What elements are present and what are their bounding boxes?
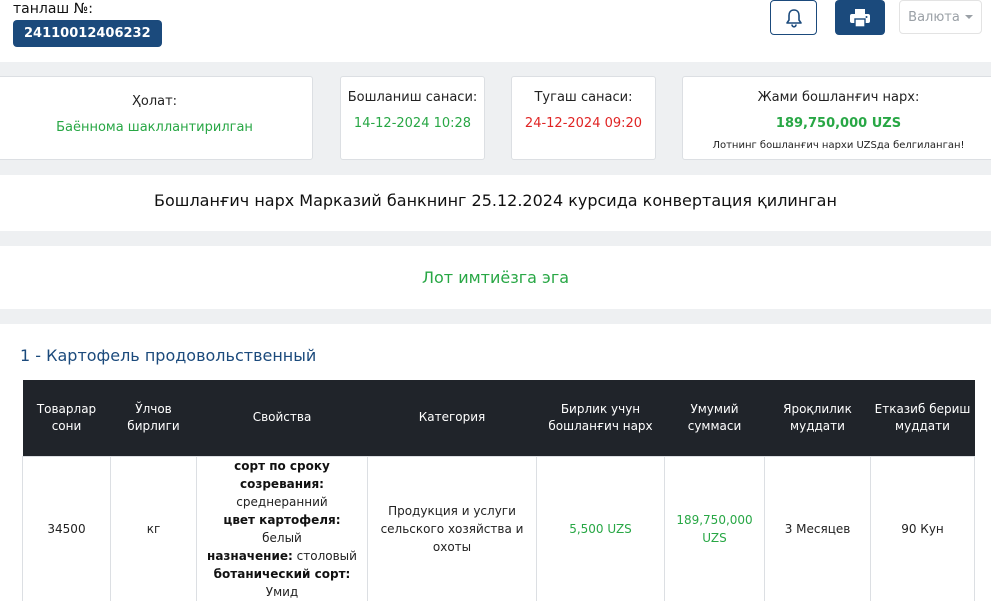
privilege-banner: Лот имтиёзга эга xyxy=(0,246,991,309)
quantity-cell: 34500 xyxy=(22,455,111,601)
property-item: ботанический сорт: Умид xyxy=(202,565,362,601)
shelf-life-cell: 3 Месяцев xyxy=(764,455,871,601)
printer-icon xyxy=(850,8,870,28)
caret-down-icon xyxy=(964,15,973,19)
total-price-value: 189,750,000 UZS xyxy=(775,116,902,131)
table-header-row: Товарлар сони Ўлчов бирлиги Свойства Кат… xyxy=(22,380,975,456)
property-value: столовый xyxy=(296,548,357,563)
end-date-value: 24-12-2024 09:20 xyxy=(524,116,643,131)
column-header: Яроқлилик муддати xyxy=(764,380,871,456)
column-header: Категория xyxy=(367,380,537,456)
lot-number-badge: 24110012406232 xyxy=(13,20,162,47)
property-name: цвет картофеля: xyxy=(223,512,341,527)
unit-cell: кг xyxy=(110,455,197,601)
category-cell: Продукция и услуги сельского хозяйства и… xyxy=(367,455,537,601)
conversion-banner: Бошланғич нарх Марказий банкнинг 25.12.2… xyxy=(0,175,991,231)
column-header: Умумий суммаси xyxy=(664,380,765,456)
status-card: Ҳолат: Баённома шакллантирилган xyxy=(0,76,313,160)
unit-price-cell: 5,500 UZS xyxy=(536,455,665,601)
column-header: Товарлар сони xyxy=(22,380,111,456)
properties-cell: сорт по сроку созревания: среднеранний ц… xyxy=(196,455,368,601)
print-button[interactable] xyxy=(835,0,885,35)
status-label: Ҳолат: xyxy=(131,94,178,109)
property-name: назначение: xyxy=(207,548,293,563)
total-sum-cell: 189,750,000 UZS xyxy=(664,455,765,601)
property-name: ботанический сорт: xyxy=(213,566,351,581)
total-price-card: Жами бошланғич нарх: 189,750,000 UZS Лот… xyxy=(682,76,991,160)
column-header: Свойства xyxy=(196,380,368,456)
goods-table: Товарлар сони Ўлчов бирлиги Свойства Кат… xyxy=(22,380,975,601)
notification-button[interactable] xyxy=(770,0,817,35)
table-row: 34500 кг сорт по сроку созревания: средн… xyxy=(22,455,975,601)
property-item: сорт по сроку созревания: среднеранний xyxy=(202,457,362,511)
column-header: Етказиб бериш муддати xyxy=(870,380,975,456)
start-date-label: Бошланиш санаси: xyxy=(347,90,478,105)
product-section: 1 - Картофель продовольственный Товарлар… xyxy=(0,324,991,601)
property-name: сорт по сроку созревания: xyxy=(234,458,330,491)
bell-icon xyxy=(785,8,802,28)
column-header: Ўлчов бирлиги xyxy=(110,380,197,456)
currency-dropdown[interactable]: Валюта xyxy=(899,0,982,34)
total-price-label: Жами бошланғич нарх: xyxy=(757,90,920,105)
property-value: белый xyxy=(262,530,302,545)
column-header: Бирлик учун бошланғич нарх xyxy=(536,380,665,456)
property-value: Умид xyxy=(265,584,299,599)
product-title: 1 - Картофель продовольственный xyxy=(20,346,317,365)
property-item: назначение: столовый xyxy=(202,547,362,565)
status-value: Баённома шакллантирилган xyxy=(56,120,253,135)
end-date-card: Тугаш санаси: 24-12-2024 09:20 xyxy=(511,76,656,160)
total-price-note: Лотнинг бошланғич нархи UZSда белгиланга… xyxy=(712,140,965,151)
currency-label: Валюта xyxy=(908,9,960,25)
lot-label: танлаш №: xyxy=(13,1,93,17)
delivery-term-cell: 90 Кун xyxy=(870,455,975,601)
start-date-card: Бошланиш санаси: 14-12-2024 10:28 xyxy=(340,76,485,160)
start-date-value: 14-12-2024 10:28 xyxy=(353,116,472,131)
top-bar: танлаш №: 24110012406232 Валюта xyxy=(0,0,991,62)
property-value: среднеранний xyxy=(236,494,328,509)
end-date-label: Тугаш санаси: xyxy=(534,90,633,105)
property-item: цвет картофеля: белый xyxy=(202,511,362,547)
